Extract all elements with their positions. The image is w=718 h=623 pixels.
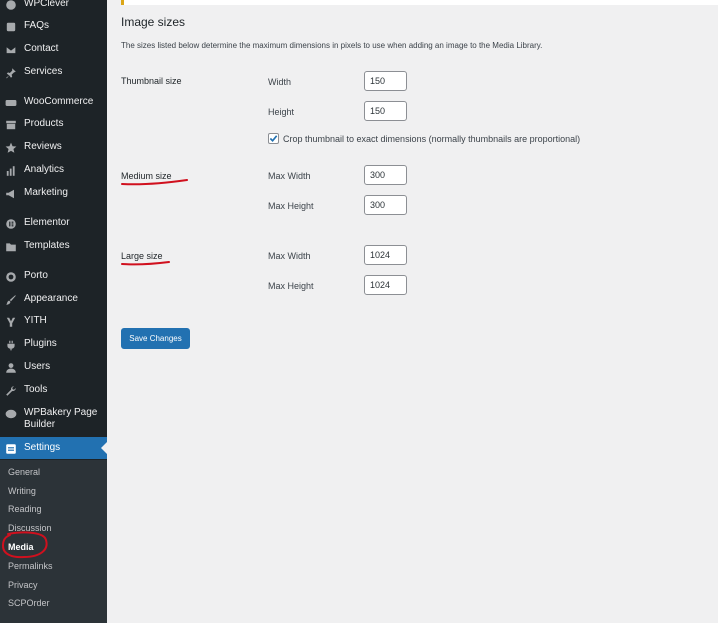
medium-max-height-label: Max Height (268, 201, 314, 211)
sidebar-item-reviews[interactable]: Reviews (0, 141, 107, 154)
sidebar-item-users[interactable]: Users (0, 361, 107, 374)
sidebar-item-label: Plugins (24, 338, 57, 349)
section-title: Image sizes (121, 15, 186, 29)
sidebar-item-label: WPClever (24, 0, 70, 9)
thumbnail-height-input[interactable]: 150 (364, 101, 407, 121)
sidebar-item-label: Reviews (24, 141, 62, 152)
sidebar-item-yith[interactable]: YITH (0, 315, 107, 328)
wpclever-icon (1, 0, 21, 11)
sidebar-item-plugins[interactable]: Plugins (0, 338, 107, 351)
sidebar-item-label: Products (24, 118, 64, 129)
submenu-scporder[interactable]: SCPOrder (8, 598, 50, 608)
sidebar-item-label-line2: Builder (24, 419, 56, 430)
mail-icon (1, 43, 21, 56)
submenu-reading[interactable]: Reading (8, 504, 42, 514)
large-max-height-input[interactable]: 1024 (364, 275, 407, 295)
sidebar-item-label: Marketing (24, 187, 68, 198)
sidebar-item-label: FAQs (24, 20, 50, 31)
sidebar-item-faqs[interactable]: FAQs (0, 20, 107, 33)
annotation-circle (1, 531, 48, 559)
brush-icon (1, 293, 21, 306)
large-max-width-input[interactable]: 1024 (364, 245, 407, 265)
sidebar-item-products[interactable]: Products (0, 118, 107, 131)
archive-icon (1, 118, 21, 131)
thumbnail-height-label: Height (268, 107, 295, 117)
thumbnail-width-input[interactable]: 150 (364, 71, 407, 91)
yith-icon (1, 315, 21, 328)
wpbakery-icon (1, 407, 21, 420)
sidebar-item-marketing[interactable]: Marketing (0, 187, 107, 200)
sidebar-item-label-wrap: WPBakery Page Builder (24, 407, 97, 431)
sidebar-item-elementor[interactable]: Elementor (0, 217, 107, 230)
medium-max-height-input[interactable]: 300 (364, 195, 407, 215)
large-max-width-label: Max Width (268, 251, 311, 261)
user-icon (1, 361, 21, 374)
sidebar-item-label: Services (24, 66, 63, 77)
save-changes-button[interactable]: Save Changes (121, 328, 190, 349)
thumbnail-width-label: Width (268, 77, 292, 87)
sidebar-item-label: Tools (24, 384, 48, 395)
notice-bar (121, 0, 718, 5)
medium-max-width-label: Max Width (268, 171, 311, 181)
sidebar-item-analytics[interactable]: Analytics (0, 164, 107, 177)
sidebar-item-wpclever[interactable]: WPClever (0, 0, 107, 11)
sidebar-item-porto[interactable]: Porto (0, 270, 107, 283)
submenu-privacy[interactable]: Privacy (8, 580, 38, 590)
submenu-permalinks[interactable]: Permalinks (8, 561, 53, 571)
sidebar-item-label: WPBakery Page (24, 407, 98, 418)
faq-icon (1, 20, 21, 33)
woocommerce-icon (1, 96, 21, 109)
sidebar-item-label: Templates (24, 240, 70, 251)
thumbnail-size-label: Thumbnail size (121, 76, 182, 86)
crop-thumbnail-label: Crop thumbnail to exact dimensions (norm… (283, 134, 581, 144)
sidebar-item-tools[interactable]: Tools (0, 384, 107, 397)
sidebar-item-label: Contact (24, 43, 59, 54)
admin-sidebar: WPClever FAQs Contact Services WooCommer… (0, 0, 107, 623)
sidebar-item-label: YITH (24, 315, 47, 326)
checkmark-icon (269, 135, 278, 142)
main-content: Image sizes The sizes listed below deter… (107, 0, 718, 623)
submenu-general[interactable]: General (8, 467, 40, 477)
sidebar-item-label: Porto (24, 270, 48, 281)
elementor-icon (1, 217, 21, 230)
sidebar-item-label: Settings (24, 442, 61, 453)
submenu-writing[interactable]: Writing (8, 486, 36, 496)
sidebar-item-services[interactable]: Services (0, 66, 107, 79)
sidebar-item-appearance[interactable]: Appearance (0, 293, 107, 306)
bar-chart-icon (1, 164, 21, 177)
settings-icon (1, 442, 21, 455)
sidebar-item-woocommerce[interactable]: WooCommerce (0, 96, 107, 109)
annotation-underline-medium (121, 179, 188, 186)
plug-icon (1, 338, 21, 351)
large-max-height-label: Max Height (268, 281, 314, 291)
sidebar-item-label: Appearance (24, 293, 78, 304)
folder-icon (1, 240, 21, 253)
sidebar-item-templates[interactable]: Templates (0, 240, 107, 253)
sidebar-item-settings[interactable]: Settings (0, 437, 107, 459)
porto-icon (1, 270, 21, 283)
sidebar-item-label: Elementor (24, 217, 70, 228)
medium-max-width-input[interactable]: 300 (364, 165, 407, 185)
sidebar-item-label: WooCommerce (24, 96, 94, 107)
crop-thumbnail-checkbox[interactable] (268, 133, 279, 144)
pin-icon (1, 66, 21, 79)
annotation-underline-large (121, 261, 170, 266)
sidebar-item-label: Users (24, 361, 51, 372)
sidebar-item-contact[interactable]: Contact (0, 43, 107, 56)
star-icon (1, 141, 21, 154)
section-description: The sizes listed below determine the max… (121, 41, 543, 50)
megaphone-icon (1, 187, 21, 200)
sidebar-item-label: Analytics (24, 164, 65, 175)
wrench-icon (1, 384, 21, 397)
sidebar-item-wpbakery[interactable]: WPBakery Page Builder (0, 407, 107, 431)
